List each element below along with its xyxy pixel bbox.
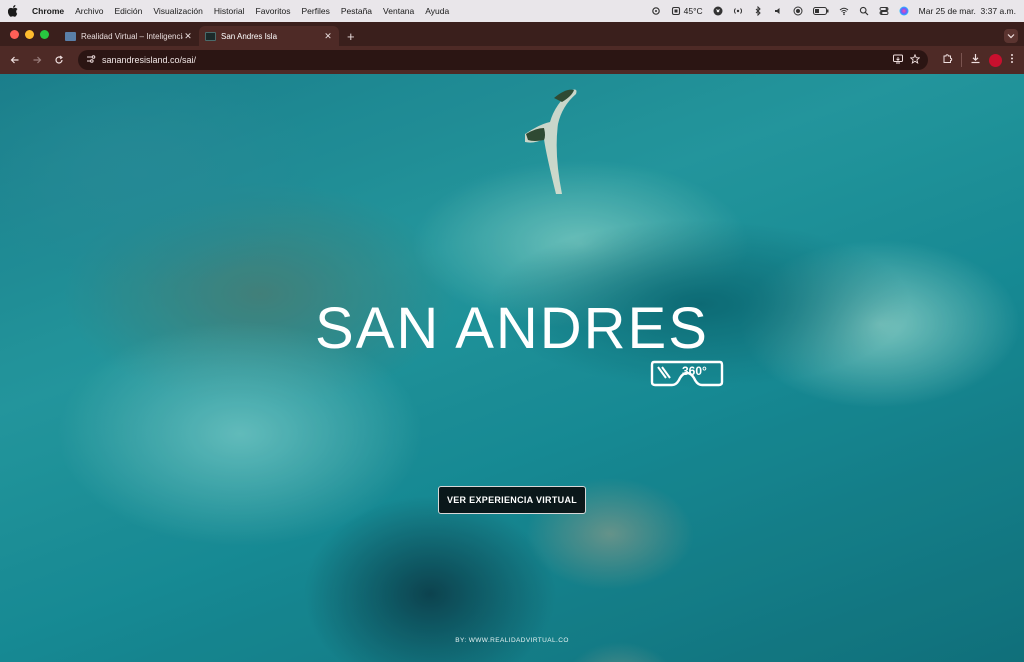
menu-visualizacion[interactable]: Visualización [153, 6, 202, 16]
close-window-button[interactable] [10, 29, 19, 39]
back-button[interactable] [6, 51, 24, 69]
control-center-icon[interactable] [879, 6, 889, 16]
minimize-window-button[interactable] [25, 29, 34, 39]
page-viewport[interactable]: SAN ANDRES 360° VER EXPERIENCIA VIRTUAL … [0, 74, 1024, 662]
gear-icon[interactable] [651, 6, 661, 16]
tab-realidad-virtual[interactable]: Realidad Virtual – Inteligencia ✕ [59, 26, 199, 46]
broadcast-icon[interactable] [733, 6, 743, 16]
reload-icon [55, 55, 63, 64]
tab-title: Realidad Virtual – Inteligencia [81, 31, 183, 41]
siri-icon[interactable] [899, 6, 909, 16]
page-title: SAN ANDRES [315, 296, 709, 361]
tab-san-andres[interactable]: San Andres Isla ✕ [199, 26, 339, 46]
chevron-down-icon [1007, 34, 1015, 39]
menu-historial[interactable]: Historial [214, 6, 245, 16]
chip-icon [671, 6, 681, 16]
tab-title: San Andres Isla [221, 31, 278, 41]
toolbar-actions [942, 51, 1014, 69]
chrome-toolbar: sanandresisland.co/sai/ [0, 46, 1024, 74]
reload-button[interactable] [50, 51, 68, 69]
macos-menubar: Chrome Archivo Edición Visualización His… [0, 0, 1024, 22]
temperature-widget[interactable]: 45°C [671, 6, 703, 16]
window-controls [0, 22, 59, 46]
zoom-window-button[interactable] [40, 29, 49, 39]
new-tab-button[interactable]: + [339, 26, 363, 46]
sound-icon[interactable] [773, 6, 783, 16]
address-bar[interactable]: sanandresisland.co/sai/ [78, 50, 928, 70]
apple-menu-icon[interactable] [8, 5, 18, 17]
credit-link[interactable]: BY: WWW.REALIDADVIRTUAL.CO [0, 637, 1024, 644]
forward-button[interactable] [28, 51, 46, 69]
chrome-tabstrip: Realidad Virtual – Inteligencia ✕ San An… [0, 22, 1024, 46]
island-sandbar-image [525, 89, 577, 194]
vr-badge-text: 360° [682, 364, 707, 378]
arrow-right-icon [33, 56, 42, 64]
hero-section: SAN ANDRES [0, 300, 1024, 358]
menu-app-name[interactable]: Chrome [32, 6, 64, 16]
install-app-icon[interactable] [893, 51, 904, 69]
menu-ayuda[interactable]: Ayuda [425, 6, 449, 16]
bookmark-star-icon[interactable] [909, 51, 921, 69]
tab-search-button[interactable] [1004, 29, 1018, 43]
ver-experiencia-button[interactable]: VER EXPERIENCIA VIRTUAL [438, 486, 586, 514]
record-icon[interactable] [793, 6, 803, 16]
search-icon[interactable] [859, 6, 869, 16]
url-text[interactable]: sanandresisland.co/sai/ [102, 55, 887, 65]
profile-avatar[interactable] [989, 53, 1002, 67]
menu-favoritos[interactable]: Favoritos [256, 6, 291, 16]
bluetooth-icon[interactable] [753, 6, 763, 16]
menu-edicion[interactable]: Edición [114, 6, 142, 16]
menubar-status-area: 45°C Mar 25 de mar. 3:37 a.m. [651, 6, 1016, 16]
shazam-icon[interactable] [713, 6, 723, 16]
arrow-left-icon [10, 56, 19, 64]
menu-ventana[interactable]: Ventana [383, 6, 414, 16]
toolbar-divider [961, 53, 962, 67]
site-info-icon[interactable] [86, 51, 96, 69]
battery-icon[interactable] [812, 6, 829, 16]
tab-favicon [65, 31, 76, 41]
background-aerial-image [0, 74, 1024, 662]
close-tab-icon[interactable]: ✕ [323, 31, 333, 42]
vr-headset-360-icon: 360° [650, 360, 724, 387]
more-menu-icon[interactable] [1010, 51, 1014, 69]
download-icon[interactable] [970, 51, 981, 69]
menu-archivo[interactable]: Archivo [75, 6, 103, 16]
close-tab-icon[interactable]: ✕ [183, 31, 193, 42]
menubar-clock[interactable]: Mar 25 de mar. 3:37 a.m. [919, 6, 1016, 16]
tab-favicon [205, 31, 216, 41]
temperature-value: 45°C [683, 6, 703, 16]
menu-pestana[interactable]: Pestaña [341, 6, 372, 16]
menu-perfiles[interactable]: Perfiles [302, 6, 330, 16]
extensions-puzzle-icon[interactable] [942, 51, 953, 69]
wifi-icon[interactable] [839, 6, 849, 16]
